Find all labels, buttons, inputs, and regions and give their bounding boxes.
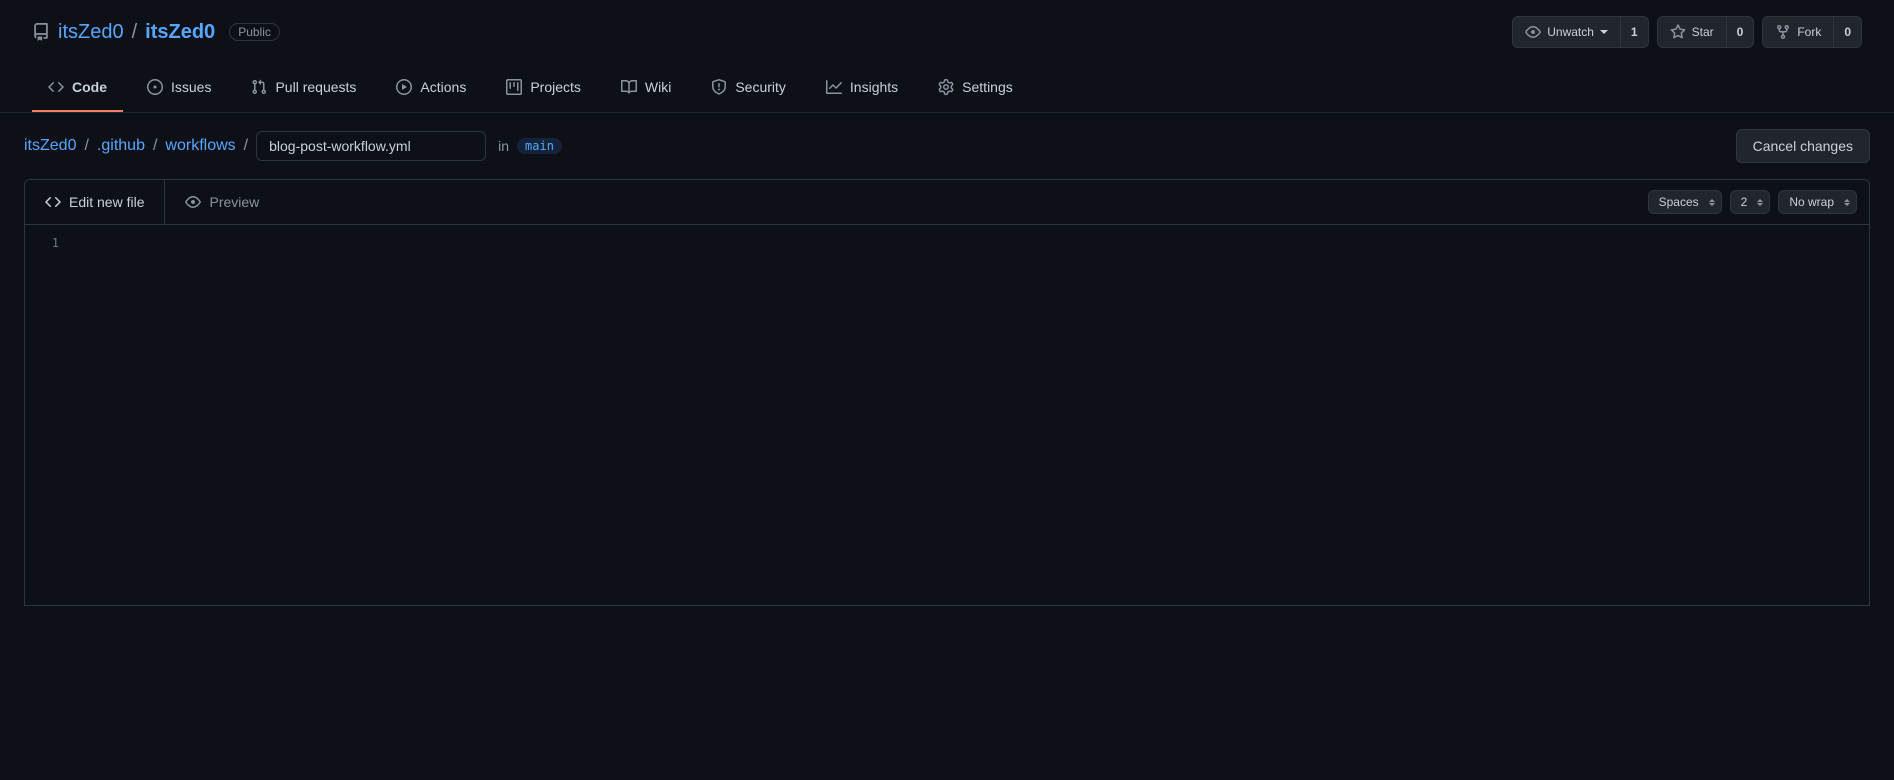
indent-mode-select[interactable]: Spaces	[1648, 190, 1722, 214]
line-gutter: 1	[25, 225, 75, 605]
fork-button[interactable]: Fork	[1762, 16, 1834, 48]
line-number: 1	[25, 233, 75, 253]
repo-actions: Unwatch 1 Star 0 Fork 0	[1512, 16, 1862, 48]
breadcrumb: itsZed0 / .github / workflows / in main	[24, 131, 562, 161]
fork-count[interactable]: 0	[1834, 16, 1862, 48]
tab-actions[interactable]: Actions	[380, 64, 482, 112]
fork-label: Fork	[1797, 22, 1821, 42]
indent-mode-value: Spaces	[1659, 195, 1699, 209]
tab-settings[interactable]: Settings	[922, 64, 1029, 112]
tab-insights[interactable]: Insights	[810, 64, 914, 112]
select-arrows-icon	[1757, 199, 1763, 206]
indent-size-value: 2	[1741, 195, 1748, 209]
tab-security[interactable]: Security	[695, 64, 802, 112]
tab-preview[interactable]: Preview	[165, 180, 279, 224]
repo-nav: Code Issues Pull requests Actions Projec…	[0, 64, 1894, 113]
select-arrows-icon	[1844, 199, 1850, 206]
indent-size-select[interactable]: 2	[1730, 190, 1771, 214]
wrap-mode-value: No wrap	[1789, 195, 1834, 209]
branch-badge: main	[517, 138, 562, 154]
tab-wiki-label: Wiki	[645, 72, 671, 102]
tab-settings-label: Settings	[962, 72, 1013, 102]
watch-count[interactable]: 1	[1621, 16, 1649, 48]
tab-code[interactable]: Code	[32, 64, 123, 112]
tab-code-label: Code	[72, 72, 107, 102]
editor: Edit new file Preview Spaces 2 No wrap 1	[24, 179, 1870, 606]
tab-edit-file[interactable]: Edit new file	[25, 180, 165, 224]
tab-issues[interactable]: Issues	[131, 64, 227, 112]
tab-preview-label: Preview	[209, 194, 259, 210]
tab-insights-label: Insights	[850, 72, 898, 102]
repo-icon	[32, 23, 50, 41]
repo-title: itsZed0 / itsZed0 Public	[32, 21, 280, 44]
breadcrumb-dir2[interactable]: workflows	[165, 137, 235, 155]
filename-input[interactable]	[256, 131, 486, 161]
repo-name-link[interactable]: itsZed0	[145, 21, 215, 44]
separator: /	[132, 21, 138, 44]
separator: /	[149, 137, 161, 155]
breadcrumb-root[interactable]: itsZed0	[24, 137, 76, 155]
cancel-changes-button[interactable]: Cancel changes	[1736, 129, 1870, 163]
tab-issues-label: Issues	[171, 72, 211, 102]
unwatch-button[interactable]: Unwatch	[1512, 16, 1621, 48]
tab-pulls-label: Pull requests	[275, 72, 356, 102]
visibility-badge: Public	[229, 23, 280, 41]
unwatch-label: Unwatch	[1547, 22, 1594, 42]
tab-wiki[interactable]: Wiki	[605, 64, 687, 112]
tab-pulls[interactable]: Pull requests	[235, 64, 372, 112]
separator: /	[80, 137, 92, 155]
repo-owner-link[interactable]: itsZed0	[58, 21, 124, 44]
code-editor[interactable]	[75, 225, 1869, 605]
tab-projects[interactable]: Projects	[490, 64, 597, 112]
caret-icon	[1600, 30, 1608, 34]
star-label: Star	[1692, 22, 1714, 42]
in-label: in	[498, 138, 509, 154]
separator: /	[240, 137, 252, 155]
breadcrumb-dir1[interactable]: .github	[97, 137, 145, 155]
star-count[interactable]: 0	[1727, 16, 1755, 48]
wrap-mode-select[interactable]: No wrap	[1778, 190, 1857, 214]
tab-actions-label: Actions	[420, 72, 466, 102]
select-arrows-icon	[1709, 199, 1715, 206]
tab-security-label: Security	[735, 72, 786, 102]
tab-edit-label: Edit new file	[69, 194, 144, 210]
star-button[interactable]: Star	[1657, 16, 1727, 48]
tab-projects-label: Projects	[530, 72, 581, 102]
